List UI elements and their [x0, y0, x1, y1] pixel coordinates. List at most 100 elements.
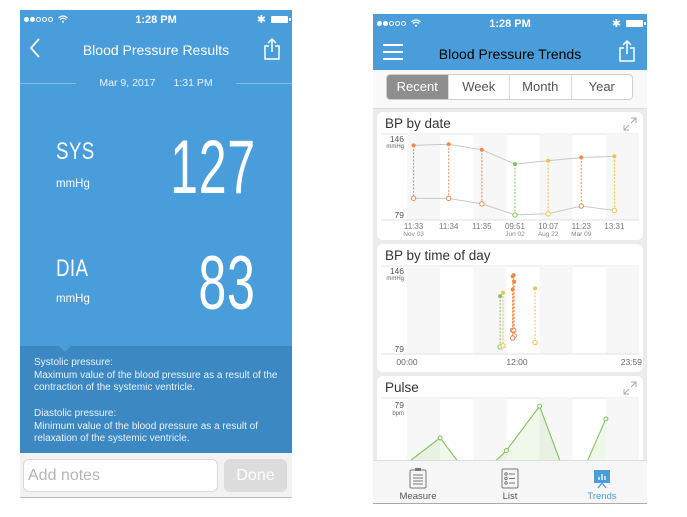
- pulse-point: [437, 435, 443, 441]
- x-tick-label: 11:34: [439, 222, 459, 231]
- column-band: [407, 266, 441, 354]
- diastolic-point: [532, 339, 538, 346]
- results-screen: 1:28 PM ✱ Blood Pressure Results Mar 9, …: [20, 10, 292, 498]
- column-band: [539, 134, 573, 220]
- segment-recent[interactable]: Recent: [387, 75, 448, 99]
- diastolic-point: [611, 207, 618, 214]
- bp-by-date-card[interactable]: 11:33 Nov 03 11:34 11:35 09:51 Jun 02 10:07 Aug…: [377, 112, 643, 240]
- systolic-point: [546, 158, 551, 163]
- y-max-label: 79: [395, 400, 405, 410]
- notes-input[interactable]: [23, 459, 218, 492]
- x-tick-sublabel: Aug 22: [538, 231, 559, 238]
- x-tick-label: 23:59: [621, 357, 643, 367]
- pressure-info-panel: Systolic pressure: Maximum value of the …: [20, 345, 292, 453]
- status-bar: 1:28 PM ✱: [373, 14, 647, 34]
- measurement-datetime: Mar 9, 2017 1:31 PM: [20, 76, 292, 92]
- y-unit-label: bpm: [392, 411, 404, 417]
- pulse-point: [503, 448, 509, 453]
- x-tick-label: 00:00: [396, 357, 418, 367]
- systolic-point: [511, 273, 516, 278]
- diastolic-point: [446, 195, 452, 202]
- sys-value: 127: [170, 125, 256, 210]
- tab-label: Measure: [399, 491, 437, 502]
- diastolic-point: [578, 203, 584, 209]
- systolic-point: [612, 154, 617, 159]
- y-min-label: 79: [395, 210, 405, 220]
- diastolic-info-title: Diastolic pressure:: [34, 408, 117, 419]
- measurement-time: 1:31 PM: [173, 77, 213, 89]
- y-unit-label: mmHg: [386, 144, 404, 150]
- x-tick-label: 11:33: [404, 222, 424, 231]
- nav-bar: Blood Pressure Results: [20, 30, 292, 70]
- pulse-point: [603, 416, 609, 422]
- diastolic-point: [410, 195, 417, 202]
- bluetooth-icon: ✱: [256, 14, 266, 26]
- battery-icon: [271, 16, 291, 23]
- nav-bar: 1:28 PM ✱ Blood Pressure Trends: [373, 14, 647, 70]
- x-tick-sublabel: Nov 03: [403, 231, 424, 238]
- dia-unit: mmHg: [56, 293, 90, 305]
- expand-icon[interactable]: [623, 381, 637, 395]
- systolic-info-text: Maximum value of the blood pressure as a…: [34, 369, 278, 394]
- diastolic-info-text: Minimum value of the blood pressure as a…: [34, 420, 258, 445]
- chart-title: Pulse: [385, 380, 419, 395]
- pulse-point: [537, 403, 543, 409]
- systolic-point: [498, 294, 503, 299]
- diastolic-point: [479, 201, 485, 207]
- period-selector-bar: Recent Week Month Year: [373, 70, 647, 109]
- systolic-point: [479, 147, 484, 152]
- y-max-label: 146: [390, 134, 404, 144]
- page-title: Blood Pressure Results: [82, 42, 230, 58]
- column-band: [473, 134, 507, 220]
- systolic-point: [501, 290, 506, 295]
- bp-by-time-card[interactable]: 146 mmHg 79 00:00 12:00 23:59 BP by time of d…: [377, 244, 643, 372]
- status-time: 1:28 PM: [489, 18, 531, 30]
- tab-label: List: [502, 491, 518, 502]
- y-unit-label: mmHg: [386, 276, 404, 282]
- systolic-line: [413, 143, 615, 165]
- systolic-point: [446, 142, 451, 147]
- share-button[interactable]: [262, 37, 282, 61]
- page-title: Blood Pressure Trends: [438, 46, 582, 62]
- y-min-label: 79: [395, 344, 405, 354]
- systolic-point: [579, 155, 584, 160]
- notes-bar: Done: [20, 453, 292, 498]
- x-tick-sublabel: Jun 02: [505, 231, 525, 238]
- sys-unit: mmHg: [56, 178, 90, 190]
- systolic-point: [411, 143, 416, 148]
- chart-title: BP by date: [385, 116, 451, 131]
- x-tick-label: 12:00: [506, 357, 528, 367]
- share-button[interactable]: [617, 39, 637, 63]
- diastolic-point: [545, 211, 551, 217]
- expand-icon[interactable]: [623, 117, 637, 131]
- sys-label: SYS: [56, 138, 95, 165]
- list-icon: [501, 468, 519, 489]
- x-tick-label: 09:51: [505, 222, 526, 231]
- done-button[interactable]: Done: [224, 459, 287, 492]
- trends-chart-icon: [594, 470, 610, 489]
- systolic-info-title: Systolic pressure:: [34, 357, 113, 368]
- segment-week[interactable]: Week: [447, 75, 510, 99]
- x-tick-label: 11:35: [472, 222, 492, 231]
- column-band: [407, 134, 441, 220]
- measurement-date: Mar 9, 2017: [99, 77, 156, 89]
- segment-year[interactable]: Year: [570, 75, 633, 99]
- bp-by-time-chart: 146mmHg 79 00:00 12:00 23:59: [381, 265, 643, 367]
- diastolic-point: [510, 335, 516, 341]
- clipboard-icon: [409, 468, 427, 489]
- tab-label: Trends: [587, 491, 617, 502]
- period-segmented-control: Recent Week Month Year: [386, 74, 633, 100]
- tab-bar: Measure List Trends: [373, 460, 647, 504]
- status-bar: 1:28 PM ✱: [20, 10, 292, 30]
- y-max-label: 146: [390, 266, 404, 276]
- systolic-point: [510, 287, 515, 292]
- bp-by-date-chart: 11:33Nov 03 11:34 11:35 09:51Jun 02 10:07Aug…: [381, 133, 639, 238]
- chart-title: BP by time of day: [385, 248, 491, 263]
- diastolic-point: [500, 343, 506, 349]
- x-tick-label: 11:23: [572, 222, 592, 231]
- segment-month[interactable]: Month: [509, 75, 571, 99]
- column-band: [605, 266, 639, 354]
- battery-icon: [626, 20, 646, 27]
- diastolic-point: [512, 212, 518, 218]
- x-tick-label: 13:31: [604, 222, 625, 231]
